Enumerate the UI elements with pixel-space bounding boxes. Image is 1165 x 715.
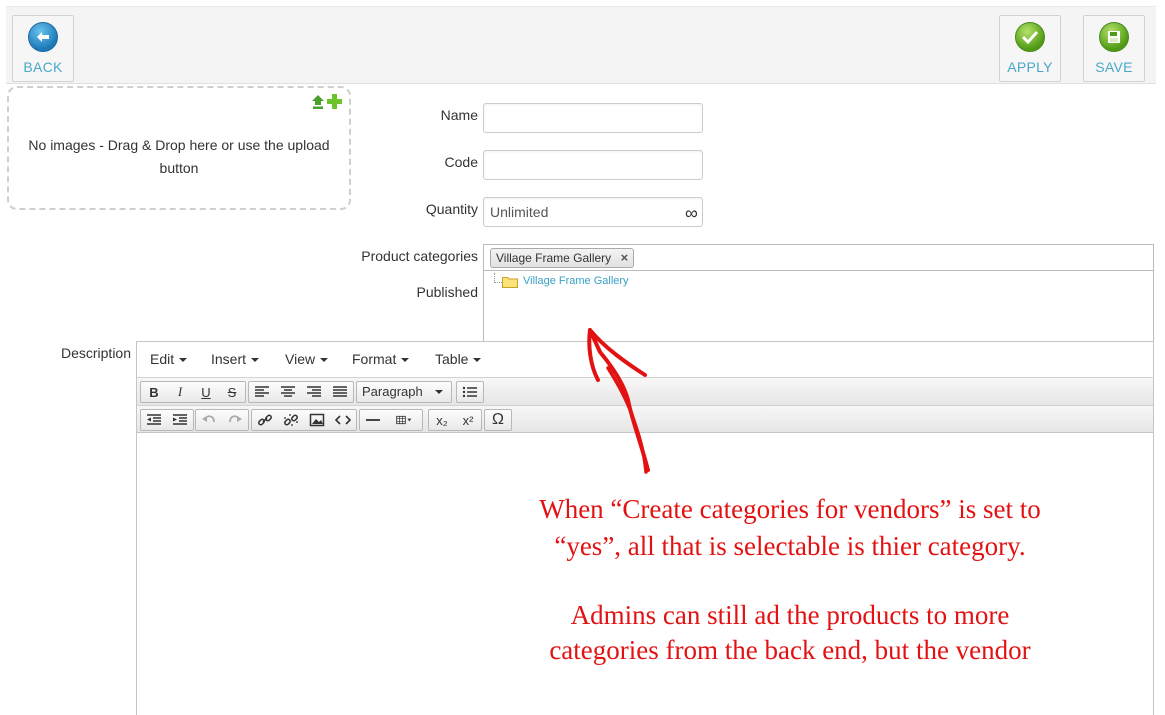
- align-button-group: [248, 381, 354, 403]
- quantity-input[interactable]: [483, 197, 703, 227]
- table-button-group: [359, 409, 423, 431]
- special-char-button-group: Ω: [484, 409, 512, 431]
- align-right-icon[interactable]: [301, 382, 327, 402]
- script-button-group: x₂ x²: [428, 409, 482, 431]
- align-left-icon[interactable]: [249, 382, 275, 402]
- redo-icon[interactable]: [222, 410, 248, 430]
- align-center-icon[interactable]: [275, 382, 301, 402]
- save-button-label: SAVE: [1095, 59, 1133, 75]
- unlink-icon[interactable]: [278, 410, 304, 430]
- indent-button-group: [140, 409, 194, 431]
- back-arrow-icon: [28, 22, 58, 52]
- strikethrough-button[interactable]: S: [219, 382, 245, 402]
- apply-button-label: APPLY: [1007, 59, 1053, 75]
- annotation-line-4: categories from the back end, but the ve…: [549, 635, 1031, 665]
- back-button-label: BACK: [23, 59, 63, 75]
- chevron-down-icon: [435, 390, 443, 394]
- product-categories-label: Product categories: [361, 248, 478, 264]
- menu-format[interactable]: Format: [352, 351, 410, 367]
- italic-button[interactable]: I: [167, 382, 193, 402]
- image-dropzone[interactable]: No images - Drag & Drop here or use the …: [7, 86, 351, 210]
- format-button-group: B I U S: [140, 381, 246, 403]
- selected-category-chip: Village Frame Gallery ×: [490, 248, 635, 268]
- apply-button[interactable]: APPLY: [999, 15, 1061, 82]
- table-icon[interactable]: [386, 410, 422, 430]
- list-button-group: [456, 381, 484, 403]
- quantity-label: Quantity: [425, 201, 478, 217]
- code-icon[interactable]: [330, 410, 356, 430]
- checkmark-icon: [1015, 22, 1045, 52]
- menu-edit[interactable]: Edit: [150, 351, 188, 367]
- outdent-icon[interactable]: [141, 410, 167, 430]
- bold-button[interactable]: B: [141, 382, 167, 402]
- align-justify-icon[interactable]: [327, 382, 353, 402]
- annotation-arrow: [587, 328, 650, 474]
- superscript-button[interactable]: x²: [455, 410, 481, 430]
- annotation-line-2: “yes”, all that is selectable is thier c…: [554, 531, 1026, 561]
- undo-icon[interactable]: [196, 410, 222, 430]
- save-button[interactable]: SAVE: [1083, 15, 1145, 82]
- no-images-message: No images - Drag & Drop here or use the …: [28, 137, 330, 176]
- indent-icon[interactable]: [167, 410, 193, 430]
- published-label: Published: [416, 284, 479, 300]
- page-toolbar: BACK APPLY SAVE: [6, 6, 1156, 84]
- description-label: Description: [60, 345, 131, 361]
- image-icon[interactable]: [304, 410, 330, 430]
- name-label: Name: [440, 107, 478, 123]
- insert-button-group: [251, 409, 357, 431]
- menu-insert[interactable]: Insert: [211, 351, 260, 367]
- menu-table[interactable]: Table: [435, 351, 482, 367]
- block-format-value: Paragraph: [362, 384, 423, 399]
- annotation-line-1: When “Create categories for vendors” is …: [539, 494, 1041, 524]
- underline-button[interactable]: U: [193, 382, 219, 402]
- remove-chip-icon[interactable]: ×: [621, 249, 629, 267]
- floppy-disk-icon: [1099, 22, 1129, 52]
- infinity-icon[interactable]: ∞: [685, 203, 698, 224]
- category-option-village-frame-gallery[interactable]: Village Frame Gallery: [523, 275, 629, 287]
- code-label: Code: [444, 154, 478, 170]
- code-input[interactable]: [483, 150, 703, 180]
- subscript-button[interactable]: x₂: [429, 410, 455, 430]
- link-icon[interactable]: [252, 410, 278, 430]
- horizontal-rule-icon[interactable]: [360, 410, 386, 430]
- block-format-select[interactable]: Paragraph: [356, 381, 452, 403]
- history-button-group: [195, 409, 249, 431]
- name-input[interactable]: [483, 103, 703, 133]
- menu-view[interactable]: View: [285, 351, 329, 367]
- selected-category-label: Village Frame Gallery: [496, 251, 612, 265]
- folder-icon: [502, 277, 518, 288]
- upload-add-icon[interactable]: [311, 93, 343, 111]
- category-multiselect[interactable]: Village Frame Gallery ×: [483, 244, 1154, 271]
- back-button[interactable]: BACK: [12, 15, 74, 82]
- bullet-list-icon[interactable]: [457, 382, 483, 402]
- annotation-line-3: Admins can still ad the products to more: [570, 600, 1010, 630]
- special-character-button[interactable]: Ω: [485, 410, 511, 430]
